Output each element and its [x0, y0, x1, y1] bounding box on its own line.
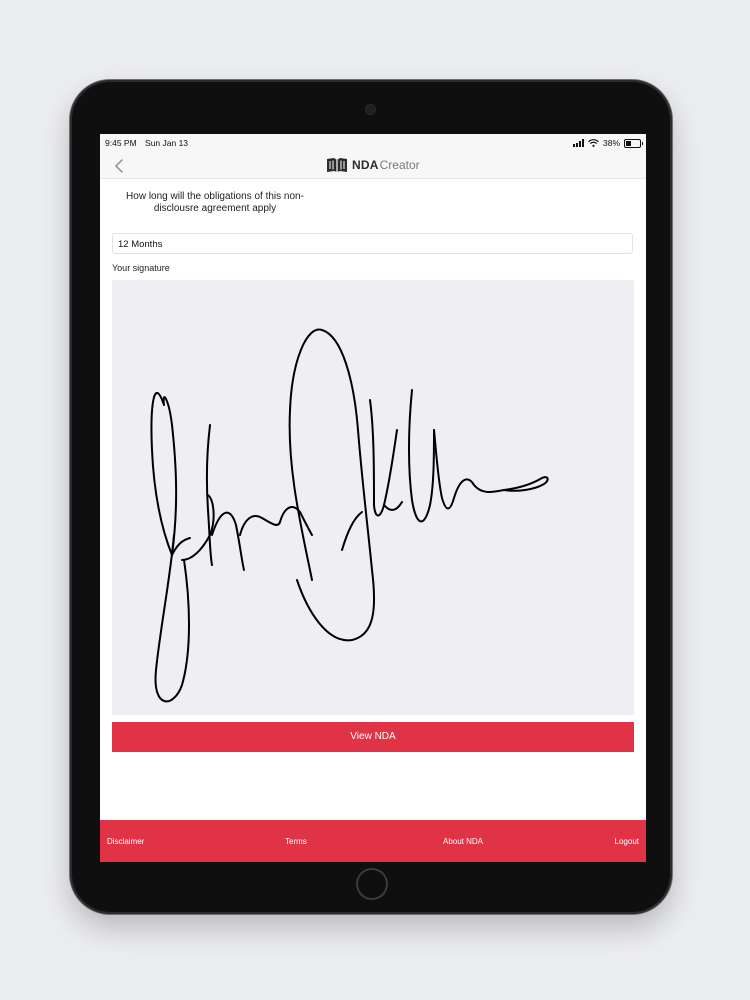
- footer-bar: Disclaimer Terms About NDA Logout: [100, 820, 646, 862]
- back-button[interactable]: [114, 158, 128, 174]
- status-time: 9:45 PM: [105, 138, 137, 148]
- footer-terms-link[interactable]: Terms: [285, 837, 307, 846]
- app-logo: NDA Creator: [326, 157, 420, 173]
- status-left: 9:45 PM Sun Jan 13: [105, 138, 194, 148]
- battery-level: [626, 140, 631, 146]
- chevron-left-icon: [114, 159, 123, 173]
- battery-icon: [624, 138, 643, 148]
- question-text: How long will the obligations of this no…: [126, 191, 304, 214]
- battery-percent: 38%: [602, 138, 620, 148]
- signature-drawing: [150, 328, 549, 703]
- status-date: Sun Jan 13: [145, 138, 189, 148]
- nav-bar: NDA Creator: [100, 154, 646, 179]
- status-right: 38%: [572, 138, 643, 148]
- footer-logout-link[interactable]: Logout: [615, 837, 639, 846]
- footer-about-link[interactable]: About NDA: [443, 837, 483, 846]
- wifi-icon: [588, 139, 599, 147]
- footer-disclaimer-link[interactable]: Disclaimer: [107, 837, 144, 846]
- home-button[interactable]: [356, 868, 388, 900]
- status-bar: 9:45 PM Sun Jan 13 38%: [100, 134, 646, 154]
- signal-icon: [572, 139, 584, 147]
- book-logo-icon: [327, 158, 347, 172]
- signature-pad[interactable]: [112, 280, 634, 715]
- logo-text-light: Creator: [379, 158, 420, 172]
- view-nda-button[interactable]: View NDA: [112, 722, 634, 752]
- duration-select[interactable]: 12 Months: [112, 233, 633, 254]
- logo-text-bold: NDA: [352, 158, 379, 172]
- signature-label: Your signature: [112, 263, 170, 273]
- app-screen: 9:45 PM Sun Jan 13 38% NDA Creator How l…: [100, 134, 646, 862]
- camera: [366, 105, 375, 114]
